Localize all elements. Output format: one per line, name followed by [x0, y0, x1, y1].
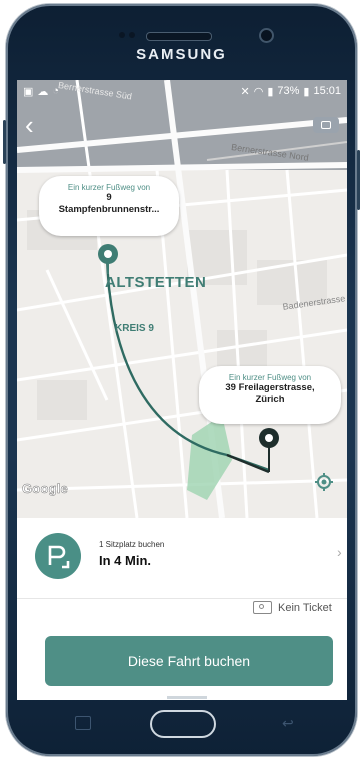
phone-device: SAMSUNG Bernerstrasse Süd Bernerstrasse … — [0, 0, 363, 761]
map-view[interactable]: Bernerstrasse Süd Bernerstrasse Nord Bad… — [17, 80, 347, 518]
pickup-street: Stampfenbrunnenstr... — [58, 204, 160, 215]
proximity-sensor — [119, 32, 125, 38]
booking-sheet: 1 Sitzplatz buchen In 4 Min. › Kein Tick… — [17, 518, 347, 700]
book-ride-button[interactable]: Diese Fahrt buchen — [45, 636, 333, 686]
gallery-notification-icon: ▣ — [23, 85, 34, 98]
my-location-button[interactable] — [307, 465, 341, 499]
clock: 15:01 — [313, 85, 341, 97]
ticket-label: Kein Ticket — [278, 601, 332, 614]
ticket-icon[interactable] — [313, 117, 339, 133]
battery-icon: ▮ — [303, 85, 310, 98]
wifi-icon: ◠ — [253, 85, 264, 98]
pickup-note: Ein kurzer Fußweg von — [67, 183, 151, 192]
cloud-notification-icon: ☁ — [37, 85, 49, 98]
chevron-right-icon[interactable]: › — [337, 544, 342, 560]
mute-icon: ✕ — [240, 85, 250, 98]
pickup-number: 9 — [106, 192, 112, 203]
home-key[interactable] — [150, 710, 216, 738]
ticket-outline-icon — [253, 601, 272, 614]
google-attribution: Google — [22, 481, 68, 497]
light-sensor — [129, 32, 135, 38]
side-button-left — [3, 120, 6, 164]
dropoff-address-line1: 39 Freilagerstrasse, — [225, 382, 315, 393]
dropoff-note: Ein kurzer Fußweg von — [228, 373, 312, 382]
device-brand: SAMSUNG — [136, 46, 227, 63]
dropoff-bubble[interactable]: Ein kurzer Fußweg von 39 Freilagerstrass… — [199, 366, 341, 424]
recent-apps-key[interactable] — [75, 716, 91, 730]
back-arrow-icon[interactable]: ‹ — [25, 112, 47, 140]
sheet-divider — [17, 598, 347, 599]
pickup-bubble[interactable]: Ein kurzer Fußweg von 9 Stampfenbrunnens… — [39, 176, 179, 236]
kreis-label: KREIS 9 — [115, 323, 154, 334]
back-key-icon[interactable]: ↩ — [282, 715, 294, 732]
parking-p-icon — [35, 533, 81, 579]
phone-screen: Bernerstrasse Süd Bernerstrasse Nord Bad… — [17, 80, 347, 700]
signal-icon: ▮ — [267, 85, 274, 98]
front-camera — [259, 28, 274, 43]
side-button-right — [357, 150, 360, 210]
dropoff-address-line2: Zürich — [255, 394, 285, 405]
district-label: ALTSTETTEN — [105, 274, 207, 291]
battery-percent: 73% — [277, 85, 300, 97]
eta-label: In 4 Min. — [99, 553, 151, 568]
seat-booking-label: 1 Sitzplatz buchen — [99, 540, 165, 549]
sheet-handle — [167, 696, 207, 699]
ticket-option[interactable]: Kein Ticket — [253, 601, 332, 614]
earpiece — [146, 32, 212, 41]
status-bar: ▣ ☁ ◔ ✕ ◠ ▮ 73% ▮ 15:01 — [17, 80, 347, 102]
sync-notification-icon: ◔ — [52, 85, 60, 97]
